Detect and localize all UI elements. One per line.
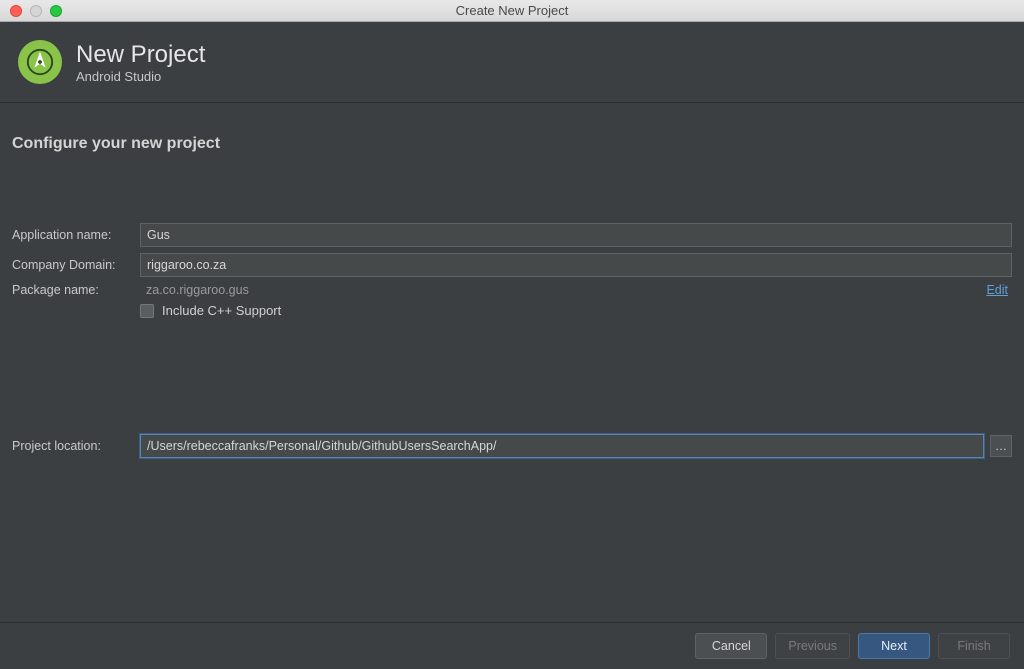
application-name-row: Application name: xyxy=(12,223,1012,247)
include-cpp-checkbox[interactable]: Include C++ Support xyxy=(140,303,281,318)
project-location-input[interactable] xyxy=(140,434,984,458)
previous-button: Previous xyxy=(775,633,850,659)
window-title: Create New Project xyxy=(0,3,1024,18)
project-location-label: Project location: xyxy=(12,439,140,453)
zoom-window-icon[interactable] xyxy=(50,5,62,17)
form-area: Application name: Company Domain: Packag… xyxy=(0,153,1024,458)
next-button[interactable]: Next xyxy=(858,633,930,659)
cpp-support-row: Include C++ Support xyxy=(12,303,1012,318)
edit-package-name-link[interactable]: Edit xyxy=(986,283,1012,297)
checkbox-box-icon xyxy=(140,304,154,318)
company-domain-input[interactable] xyxy=(140,253,1012,277)
banner-text: New Project Android Studio xyxy=(76,41,205,84)
application-name-input[interactable] xyxy=(140,223,1012,247)
wizard-page: Configure your new project Application n… xyxy=(0,103,1024,458)
cancel-button[interactable]: Cancel xyxy=(695,633,767,659)
package-name-label: Package name: xyxy=(12,283,140,297)
section-heading: Configure your new project xyxy=(0,103,1024,153)
form-spacer xyxy=(12,324,1012,434)
browse-location-button[interactable]: … xyxy=(990,435,1012,457)
wizard-banner: New Project Android Studio xyxy=(0,22,1024,103)
window-controls xyxy=(0,5,62,17)
close-window-icon[interactable] xyxy=(10,5,22,17)
compass-icon xyxy=(25,47,55,77)
wizard-footer: Cancel Previous Next Finish xyxy=(0,622,1024,659)
android-studio-logo-icon xyxy=(18,40,62,84)
titlebar: Create New Project xyxy=(0,0,1024,22)
package-name-row: Package name: za.co.riggaroo.gus Edit xyxy=(12,283,1012,297)
project-location-row: Project location: … xyxy=(12,434,1012,458)
finish-button: Finish xyxy=(938,633,1010,659)
banner-subtitle: Android Studio xyxy=(76,69,205,84)
minimize-window-icon xyxy=(30,5,42,17)
package-name-value: za.co.riggaroo.gus xyxy=(140,283,978,297)
include-cpp-label: Include C++ Support xyxy=(162,303,281,318)
company-domain-row: Company Domain: xyxy=(12,253,1012,277)
banner-title: New Project xyxy=(76,41,205,69)
application-name-label: Application name: xyxy=(12,228,140,242)
company-domain-label: Company Domain: xyxy=(12,258,140,272)
